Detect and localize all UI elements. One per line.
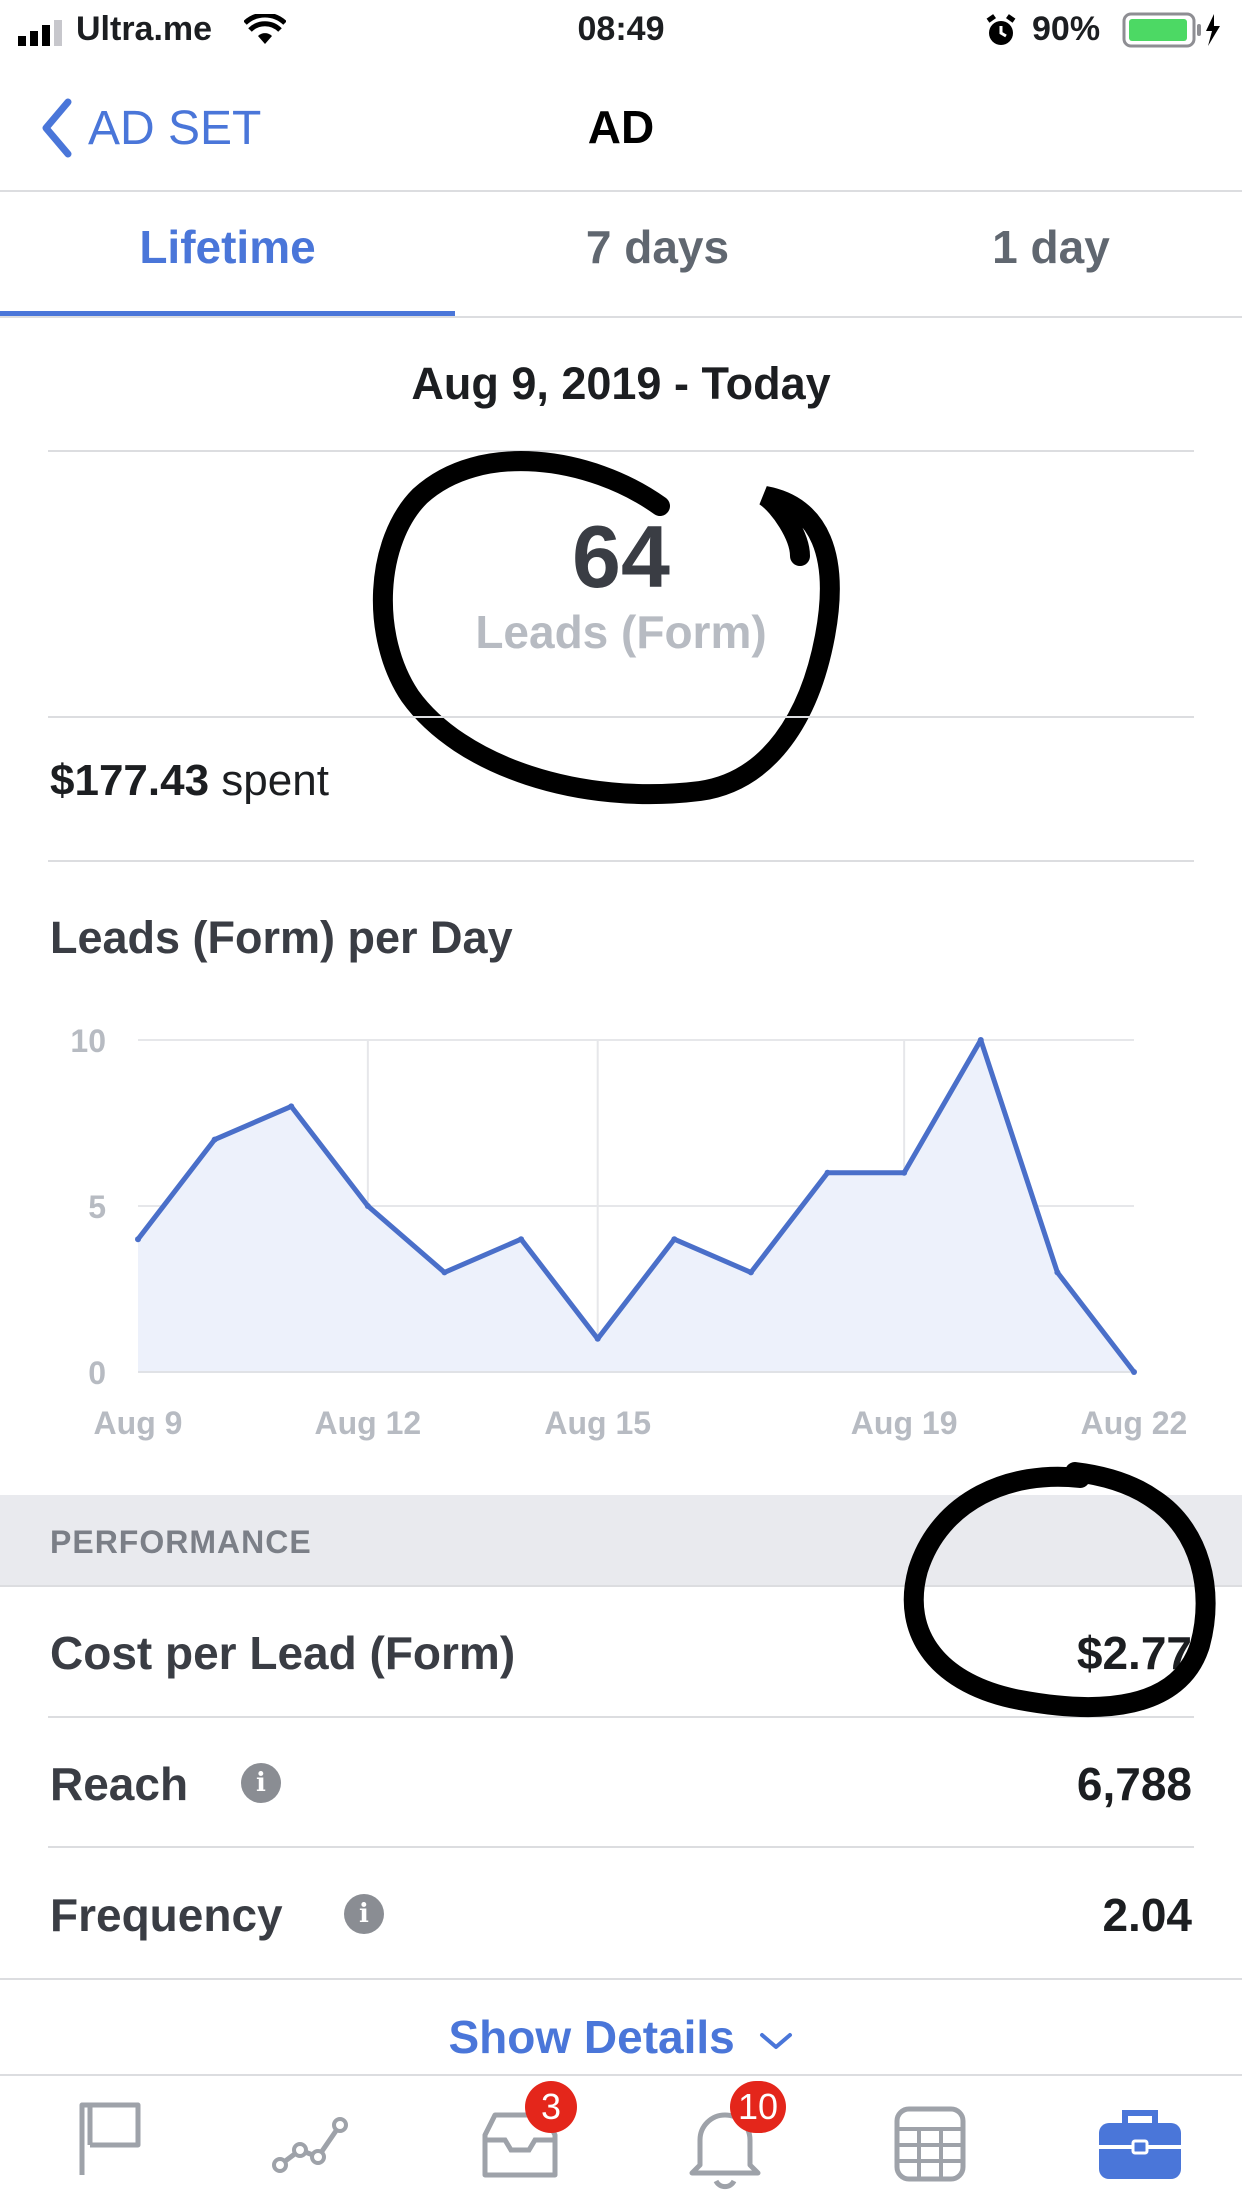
x-tick-label: Aug 15 <box>544 1405 651 1441</box>
data-point <box>135 1236 141 1243</box>
tab-bar-notifications[interactable]: 10 <box>670 2081 787 2195</box>
data-point <box>364 1203 371 1209</box>
calendar-icon <box>894 2106 966 2182</box>
divider <box>0 316 1242 318</box>
y-tick-label: 10 <box>70 1023 106 1059</box>
frequency-label: Frequency <box>50 1889 283 1941</box>
data-point <box>211 1136 218 1143</box>
data-point <box>1131 1369 1137 1375</box>
divider <box>48 860 1194 862</box>
spent-amount: $177.43 <box>50 756 210 805</box>
x-tick-label: Aug 12 <box>315 1405 422 1441</box>
data-point <box>594 1335 601 1342</box>
tab-7-days[interactable]: 7 days <box>455 220 860 274</box>
spent-suffix: spent <box>209 756 329 805</box>
hand-drawn-circle <box>372 451 840 805</box>
tab-bar-insights[interactable] <box>260 2095 370 2195</box>
frequency-info-icon[interactable]: i <box>344 1894 384 1934</box>
flag-icon <box>79 2102 141 2175</box>
alarm-icon <box>986 14 1016 45</box>
reach-info-icon[interactable]: i <box>241 1763 281 1803</box>
chart-title: Leads (Form) per Day <box>50 912 513 963</box>
divider <box>0 1978 1242 1980</box>
data-point <box>288 1103 295 1110</box>
page-title: AD <box>587 101 655 153</box>
reach-label: Reach <box>50 1758 189 1810</box>
battery-percent: 90% <box>1032 10 1101 48</box>
data-point <box>824 1169 831 1176</box>
date-range-start: Aug 9, 2019 - <box>411 358 702 409</box>
performance-header: PERFORMANCE <box>50 1524 312 1560</box>
tab-bar-divider <box>0 2074 1242 2076</box>
show-details-label: Show Details <box>448 2011 735 2063</box>
tab-bar-campaigns[interactable] <box>60 2095 170 2195</box>
battery-icon <box>1122 12 1220 48</box>
show-details-button[interactable]: Show Details <box>0 2010 1242 2064</box>
y-tick-label: 0 <box>88 1355 106 1391</box>
data-point <box>747 1269 754 1276</box>
briefcase-icon <box>1099 2110 1181 2179</box>
chevron-down-icon <box>759 2033 792 2049</box>
date-range: Aug 9, 2019 - Today <box>0 358 1242 410</box>
frequency-value: 2.04 <box>1102 1889 1192 1941</box>
data-point <box>671 1236 678 1243</box>
data-point <box>1054 1269 1061 1276</box>
data-point <box>518 1236 525 1243</box>
tab-1-day[interactable]: 1 day <box>860 220 1242 274</box>
tab-bar-calendar[interactable] <box>875 2095 985 2195</box>
divider <box>0 190 1242 192</box>
divider <box>48 1846 1194 1848</box>
x-tick-label: Aug 22 <box>1081 1405 1188 1441</box>
x-tick-label: Aug 9 <box>94 1405 183 1441</box>
data-point <box>977 1037 984 1043</box>
graph-icon <box>272 2117 348 2173</box>
tab-bar-inbox[interactable]: 3 <box>465 2081 577 2195</box>
x-tick-label: Aug 19 <box>851 1405 958 1441</box>
divider <box>48 716 1194 718</box>
tab-lifetime[interactable]: Lifetime <box>0 220 455 274</box>
notifications-badge: 10 <box>730 2081 787 2133</box>
hand-drawn-circle <box>903 1462 1216 1717</box>
y-tick-label: 5 <box>88 1189 106 1225</box>
date-range-end: Today <box>701 358 831 409</box>
amount-spent: $177.43 spent <box>50 756 329 806</box>
status-bar: Ultra.me 08:49 90% <box>0 0 1242 64</box>
cost-per-lead-label: Cost per Lead (Form) <box>50 1627 516 1679</box>
data-point <box>441 1269 448 1276</box>
data-point <box>901 1169 908 1176</box>
leads-per-day-chart: 10 5 0 Aug 9 Aug 12 Aug 15 Aug 19 Aug 22 <box>70 1023 1188 1441</box>
reach-value: 6,788 <box>1076 1758 1192 1810</box>
tab-bar-business-tools[interactable] <box>1085 2095 1195 2195</box>
inbox-badge: 3 <box>525 2081 577 2133</box>
